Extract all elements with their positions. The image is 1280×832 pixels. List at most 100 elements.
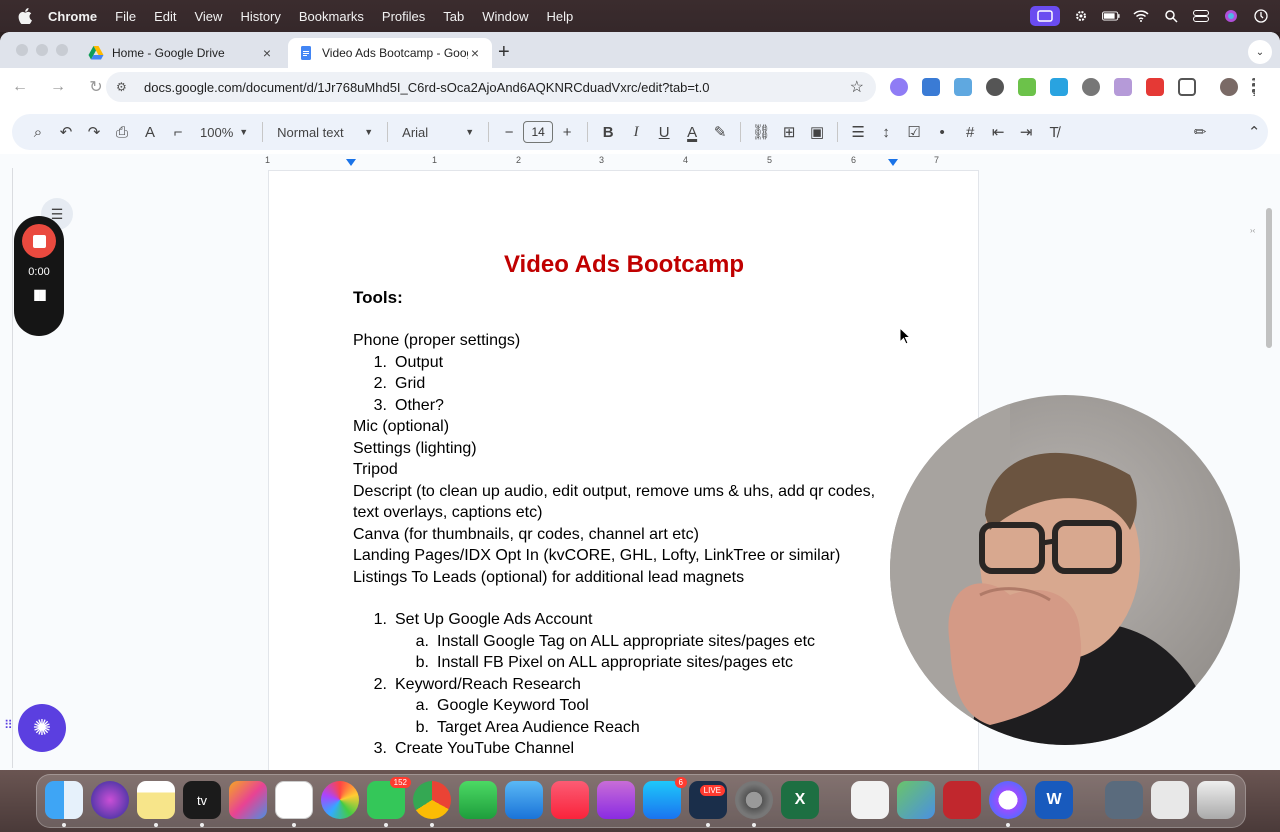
editing-mode-icon[interactable]: ✏ [1186,118,1214,146]
increase-font-size-icon[interactable]: + [553,118,581,146]
numbers-icon[interactable] [459,781,497,819]
checklist-icon[interactable]: ☑ [900,118,928,146]
bulleted-list-icon[interactable]: • [928,118,956,146]
menu-tab[interactable]: Tab [443,9,464,24]
close-window-button[interactable] [16,44,28,56]
italic-icon[interactable]: I [622,118,650,146]
recent-document-icon[interactable] [1105,781,1143,819]
webcam-bubble[interactable] [890,395,1240,745]
zoom-dropdown[interactable]: 100% ▼ [192,125,256,140]
menu-history[interactable]: History [240,9,280,24]
bold-icon[interactable]: B [594,118,622,146]
acrobat-icon[interactable] [943,781,981,819]
system-settings-icon[interactable] [735,781,773,819]
minimize-window-button[interactable] [36,44,48,56]
menu-help[interactable]: Help [547,9,574,24]
spotlight-search-icon[interactable] [1162,9,1180,23]
live-streaming-icon[interactable]: LIVE [689,781,727,819]
word-icon[interactable]: W [1035,781,1073,819]
bookmark-star-icon[interactable]: ☆ [850,77,864,97]
extension-icon[interactable] [890,78,908,96]
chatgpt-icon[interactable] [275,781,313,819]
extensions-puzzle-icon[interactable] [1178,78,1196,96]
increase-indent-icon[interactable]: ⇥ [1012,118,1040,146]
messenger-icon[interactable] [989,781,1027,819]
address-bar[interactable]: ⚙ docs.google.com/document/d/1Jr768uMhd5… [106,72,876,102]
assistant-button[interactable]: ✺ [18,704,66,752]
wifi-icon[interactable] [1132,9,1150,23]
reload-icon[interactable]: ↻ [88,77,104,97]
maps-icon[interactable] [897,781,935,819]
menu-app-name[interactable]: Chrome [48,9,97,24]
font-size-input[interactable]: 14 [523,121,554,143]
right-indent-marker[interactable] [888,159,898,166]
stop-recording-button[interactable] [22,224,56,258]
style-dropdown[interactable]: Normal text ▼ [269,125,381,140]
redo-icon[interactable]: ↷ [80,118,108,146]
menu-file[interactable]: File [115,9,136,24]
extension-icon[interactable] [954,78,972,96]
siri-icon[interactable] [1222,9,1240,23]
chrome-icon[interactable] [413,781,451,819]
insert-image-icon[interactable]: ▣ [803,118,831,146]
notes-icon[interactable] [137,781,175,819]
profile-avatar[interactable] [1220,78,1238,96]
extension-icon[interactable] [1082,78,1100,96]
underline-icon[interactable]: U [650,118,678,146]
tab-video-ads-bootcamp[interactable]: Video Ads Bootcamp - Googl × [288,38,492,68]
extension-icon[interactable] [1146,78,1164,96]
extension-icon[interactable] [986,78,1004,96]
decrease-indent-icon[interactable]: ⇤ [984,118,1012,146]
tab-google-drive[interactable]: Home - Google Drive × [78,38,284,68]
print-icon[interactable]: ⎙ [108,118,136,146]
clear-formatting-icon[interactable]: T̸ [1040,118,1068,146]
messages-icon[interactable]: 152 [367,777,411,819]
battery-icon[interactable] [1102,9,1120,23]
url-text[interactable]: docs.google.com/document/d/1Jr768uMhd5I_… [144,80,850,95]
highlight-icon[interactable]: ✎ [706,118,734,146]
line-spacing-icon[interactable]: ↕ [872,118,900,146]
close-tab-icon[interactable]: × [260,45,274,61]
trash-icon[interactable] [1197,781,1235,819]
undo-icon[interactable]: ↶ [52,118,80,146]
app-store-icon[interactable]: 6 [643,777,687,819]
menu-window[interactable]: Window [482,9,528,24]
extension-icon[interactable] [1114,78,1132,96]
menu-edit[interactable]: Edit [154,9,176,24]
gear-icon[interactable] [1072,9,1090,23]
finder-icon[interactable] [45,781,83,819]
launchpad-icon[interactable] [229,781,267,819]
menu-profiles[interactable]: Profiles [382,9,425,24]
spellcheck-icon[interactable]: A [136,118,164,146]
numbered-list-icon[interactable]: # [956,118,984,146]
podcasts-icon[interactable] [597,781,635,819]
keynote-icon[interactable] [505,781,543,819]
menu-view[interactable]: View [194,9,222,24]
apple-tv-icon[interactable]: tv [183,781,221,819]
document-page[interactable]: Video Ads Bootcamp Tools: Phone (proper … [268,170,979,770]
new-tab-button[interactable]: + [498,42,510,62]
music-icon[interactable] [551,781,589,819]
left-indent-marker[interactable] [346,159,356,166]
textedit-icon[interactable] [851,781,889,819]
search-menus-icon[interactable]: ⌕ [24,118,52,146]
forward-icon[interactable]: → [50,78,66,96]
collapse-toolbar-icon[interactable]: ⌃ [1240,118,1268,146]
apple-menu-icon[interactable] [18,8,32,24]
extension-icon[interactable] [1050,78,1068,96]
drag-handle-icon[interactable]: ⠿ [4,718,13,732]
siri-app-icon[interactable] [91,781,129,819]
photos-icon[interactable] [321,781,359,819]
extension-icon[interactable] [922,78,940,96]
screen-record-icon[interactable] [1030,6,1060,26]
close-tab-icon[interactable]: × [468,45,482,61]
chrome-menu-icon[interactable] [1252,78,1256,96]
paint-format-icon[interactable]: ⌐ [164,118,192,146]
clock-icon[interactable] [1252,9,1270,23]
scrollbar[interactable] [1266,208,1272,348]
font-dropdown[interactable]: Arial ▼ [394,125,482,140]
menu-bookmarks[interactable]: Bookmarks [299,9,364,24]
insert-link-icon[interactable]: ⛓ [747,118,775,146]
control-center-icon[interactable] [1192,9,1210,23]
add-comment-icon[interactable]: ⊞ [775,118,803,146]
